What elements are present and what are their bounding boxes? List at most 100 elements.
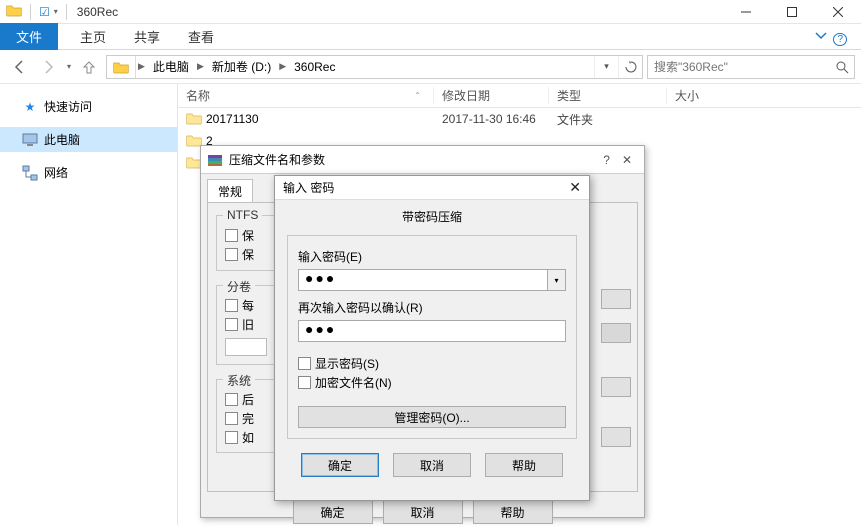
forward-button[interactable] xyxy=(34,54,62,80)
volume-size-input[interactable] xyxy=(225,338,267,356)
sys-opt1[interactable]: 后 xyxy=(225,390,267,409)
navigation-bar: ▾ ▶ 此电脑 ▶ 新加卷 (D:) ▶ 360Rec ▾ xyxy=(0,50,861,84)
breadcrumb-thispc[interactable]: 此电脑 xyxy=(147,56,195,78)
nav-label: 快速访问 xyxy=(44,98,92,115)
column-size[interactable]: 大小 xyxy=(667,87,727,104)
tab-file[interactable]: 文件 xyxy=(0,23,58,50)
checkbox-icon xyxy=(298,357,311,370)
checkbox-icon xyxy=(225,412,238,425)
column-type[interactable]: 类型 xyxy=(549,87,667,104)
checkbox-icon xyxy=(225,248,238,261)
checkbox-icon xyxy=(225,318,238,331)
encrypt-filenames-checkbox[interactable]: 加密文件名(N) xyxy=(298,373,566,392)
show-password-label: 显示密码(S) xyxy=(315,355,379,372)
password-confirm-input[interactable]: ●●● xyxy=(298,320,566,342)
tab-home[interactable]: 主页 xyxy=(66,23,120,50)
star-icon: ★ xyxy=(22,99,38,115)
column-name-label: 名称 xyxy=(186,87,210,104)
checkbox-icon xyxy=(225,229,238,242)
sort-indicator-icon: ⌃ xyxy=(414,91,425,100)
encrypt-filenames-label: 加密文件名(N) xyxy=(315,374,392,391)
dialog-titlebar: 压缩文件名和参数 ? ✕ xyxy=(201,146,644,174)
address-dropdown-icon[interactable]: ▾ xyxy=(594,56,618,78)
nav-label: 此电脑 xyxy=(44,131,80,148)
file-type: 文件夹 xyxy=(549,111,667,128)
ntfs-opt1[interactable]: 保 xyxy=(225,226,267,245)
rar-side-button[interactable] xyxy=(601,323,631,343)
nav-this-pc[interactable]: 此电脑 xyxy=(0,127,177,152)
minimize-button[interactable] xyxy=(723,0,769,24)
qat-dropdown-icon[interactable]: ▾ xyxy=(54,7,58,16)
ribbon-collapse-icon[interactable]: ? xyxy=(814,28,861,45)
list-item[interactable]: 20171130 2017-11-30 16:46 文件夹 xyxy=(178,108,861,130)
system-groupbox: 系统 后 完 如 xyxy=(216,379,276,453)
ok-button[interactable]: 确定 xyxy=(301,453,379,477)
crumb-sep-icon: ▶ xyxy=(136,61,147,72)
qat-separator xyxy=(66,4,67,20)
rar-tab-general[interactable]: 常规 xyxy=(207,179,253,203)
groupbox-legend: NTFS xyxy=(223,208,262,222)
navigation-pane: ★ 快速访问 此电脑 网络 xyxy=(0,84,178,525)
breadcrumb-drive[interactable]: 新加卷 (D:) xyxy=(206,56,277,78)
search-icon[interactable] xyxy=(830,60,854,74)
rar-side-button[interactable] xyxy=(601,289,631,309)
crumb-sep-icon: ▶ xyxy=(195,61,206,72)
search-input[interactable] xyxy=(648,60,830,74)
ntfs-groupbox: NTFS 保 保 xyxy=(216,215,276,271)
nav-quick-access[interactable]: ★ 快速访问 xyxy=(0,94,177,119)
nav-network[interactable]: 网络 xyxy=(0,160,177,185)
winrar-icon xyxy=(207,152,223,168)
app-folder-icon xyxy=(6,3,22,20)
password-dialog-title: 输入 密码 xyxy=(283,179,334,196)
network-icon xyxy=(22,165,38,181)
close-button[interactable] xyxy=(815,0,861,24)
up-button[interactable] xyxy=(76,54,102,80)
rar-cancel-button[interactable]: 取消 xyxy=(383,500,463,524)
search-box[interactable] xyxy=(647,55,855,79)
password-caption: 带密码压缩 xyxy=(275,200,589,233)
ribbon-tabs: 文件 主页 共享 查看 ? xyxy=(0,24,861,50)
file-name: 20171130 xyxy=(206,112,259,126)
ntfs-opt2[interactable]: 保 xyxy=(225,245,267,264)
quick-access-toolbar: ☑ ▾ xyxy=(0,3,71,20)
vol-opt2[interactable]: 旧 xyxy=(225,315,267,334)
column-date[interactable]: 修改日期 xyxy=(434,87,549,104)
checkbox-icon xyxy=(225,299,238,312)
column-name[interactable]: 名称 ⌃ xyxy=(178,87,434,104)
sys-opt3[interactable]: 如 xyxy=(225,428,267,447)
password-input[interactable]: ●●● xyxy=(298,269,548,291)
close-icon[interactable]: ✕ xyxy=(569,179,581,196)
cancel-button[interactable]: 取消 xyxy=(393,453,471,477)
help-button[interactable]: 帮助 xyxy=(485,453,563,477)
monitor-icon xyxy=(22,132,38,148)
rar-side-button[interactable] xyxy=(601,427,631,447)
password-dialog: 输入 密码 ✕ 带密码压缩 输入密码(E) ●●● ▾ 再次输入密码以确认(R)… xyxy=(274,175,590,501)
address-bar[interactable]: ▶ 此电脑 ▶ 新加卷 (D:) ▶ 360Rec ▾ xyxy=(106,55,643,79)
groupbox-legend: 系统 xyxy=(223,372,255,389)
checkbox-icon xyxy=(298,376,311,389)
manage-passwords-button[interactable]: 管理密码(O)... xyxy=(298,406,566,428)
close-icon[interactable]: ✕ xyxy=(622,153,632,167)
show-password-checkbox[interactable]: 显示密码(S) xyxy=(298,354,566,373)
maximize-button[interactable] xyxy=(769,0,815,24)
password-groupbox: 输入密码(E) ●●● ▾ 再次输入密码以确认(R) ●●● 显示密码(S) 加… xyxy=(287,235,577,439)
qat-checkbox-icon[interactable]: ☑ xyxy=(39,5,50,19)
back-button[interactable] xyxy=(6,54,34,80)
column-headers: 名称 ⌃ 修改日期 类型 大小 xyxy=(178,84,861,108)
vol-opt1[interactable]: 每 xyxy=(225,296,267,315)
help-icon[interactable]: ? xyxy=(603,153,610,167)
refresh-icon[interactable] xyxy=(618,56,642,78)
nav-label: 网络 xyxy=(44,164,68,181)
breadcrumb-folder[interactable]: 360Rec xyxy=(288,56,341,78)
rar-side-button[interactable] xyxy=(601,377,631,397)
address-folder-icon[interactable] xyxy=(107,56,136,78)
rar-ok-button[interactable]: 确定 xyxy=(293,500,373,524)
sys-opt2[interactable]: 完 xyxy=(225,409,267,428)
crumb-sep-icon: ▶ xyxy=(277,61,288,72)
window-titlebar: ☑ ▾ 360Rec xyxy=(0,0,861,24)
rar-help-button[interactable]: 帮助 xyxy=(473,500,553,524)
password-history-dropdown[interactable]: ▾ xyxy=(548,269,566,291)
tab-view[interactable]: 查看 xyxy=(174,23,228,50)
tab-share[interactable]: 共享 xyxy=(120,23,174,50)
history-dropdown[interactable]: ▾ xyxy=(62,54,76,80)
